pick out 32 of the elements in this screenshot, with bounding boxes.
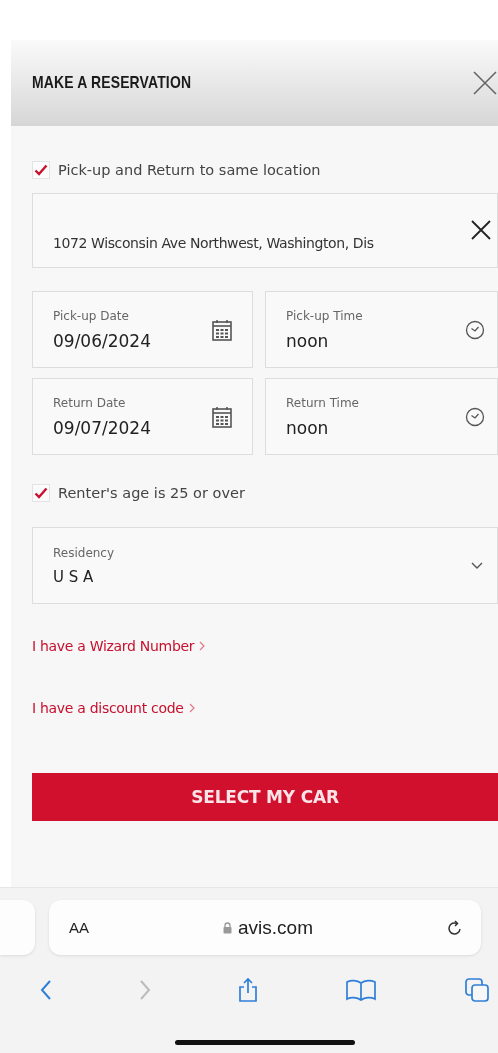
link[interactable]: I have a discount code — [32, 700, 184, 716]
date-field[interactable]: Pick-up Date 09/06/2024 — [32, 291, 253, 368]
text-size-button[interactable]: AA — [69, 919, 89, 936]
share-icon[interactable] — [238, 977, 258, 1003]
address-bar[interactable]: AA avis.com — [49, 900, 481, 955]
chevron-down-icon — [471, 561, 483, 570]
url-text: avis.com — [238, 916, 313, 939]
calendar-icon — [212, 405, 232, 428]
reload-icon[interactable] — [447, 918, 463, 937]
checkbox[interactable] — [32, 161, 50, 179]
link[interactable]: I have a Wizard Number — [32, 638, 195, 654]
residency-dropdown[interactable]: Residency U S A — [32, 527, 498, 604]
checkbox-label: Pick-up and Return to same location — [58, 162, 321, 178]
checkbox[interactable] — [32, 484, 50, 502]
location-field[interactable]: 1072 Wisconsin Ave Northwest, Washington, Dis — [32, 193, 498, 268]
clear-icon[interactable] — [470, 219, 492, 241]
calendar-icon — [212, 318, 232, 341]
select-car-button[interactable]: SELECT MY CAR — [32, 773, 498, 821]
clock-icon — [465, 406, 485, 427]
lock-icon — [223, 921, 232, 934]
chevron-right-icon — [199, 641, 206, 651]
checkbox-label: Renter's age is 25 or over — [58, 485, 245, 501]
close-icon[interactable] — [472, 70, 498, 96]
modal-title: MAKE A RESERVATION — [32, 73, 192, 93]
tabs-icon[interactable] — [464, 977, 490, 1003]
chevron-right-icon — [188, 703, 195, 713]
time-field[interactable]: Return Time noon — [265, 378, 498, 455]
book-icon[interactable] — [345, 979, 377, 1001]
clock-icon — [465, 319, 485, 340]
date-field[interactable]: Return Date 09/07/2024 — [32, 378, 253, 455]
time-field[interactable]: Pick-up Time noon — [265, 291, 498, 368]
back-icon[interactable] — [40, 979, 52, 1001]
